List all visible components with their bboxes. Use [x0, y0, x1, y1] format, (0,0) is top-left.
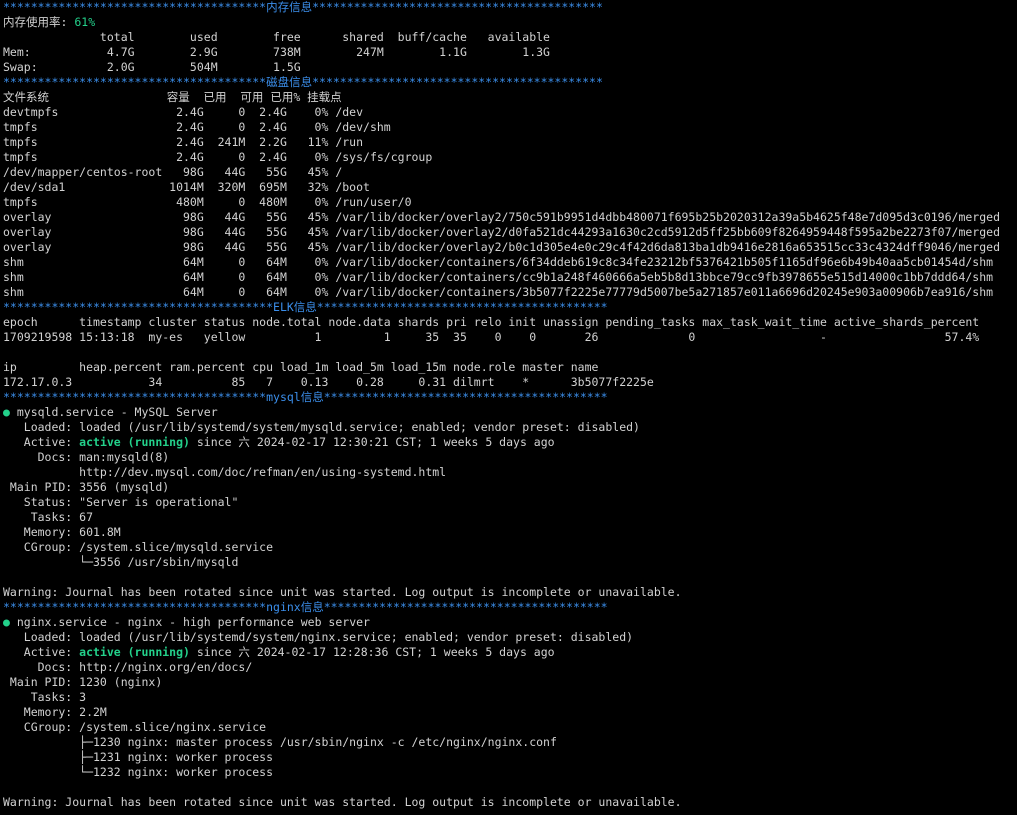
output-line: epoch timestamp cluster status node.tota… — [3, 315, 980, 329]
output-line: CGroup: /system.slice/mysqld.service — [3, 540, 274, 554]
output-line: 1709219598 15:13:18 my-es yellow 1 1 35 … — [3, 330, 980, 344]
output-line: Docs: http://nginx.org/en/docs/ — [3, 660, 253, 674]
service-header-line: ● nginx.service - nginx - high performan… — [3, 615, 1017, 630]
output-line: Main PID: 3556 (mysqld) — [3, 480, 170, 494]
output-line: Status: "Server is operational" — [3, 495, 239, 509]
output-line: tmpfs 2.4G 241M 2.2G 11% /run — [3, 135, 364, 149]
output-line: Warning: Journal has been rotated since … — [3, 795, 682, 809]
status-dot-icon: ● — [3, 615, 10, 629]
output-line: ip heap.percent ram.percent cpu load_1m … — [3, 360, 599, 374]
section-banner: **************************************ng… — [3, 600, 608, 614]
memory-usage-line: 内存使用率: 61% — [3, 15, 1017, 30]
section-banner: **************************************磁盘… — [3, 75, 603, 89]
output-line: Main PID: 1230 (nginx) — [3, 675, 163, 689]
section-banner: ***************************************E… — [3, 300, 608, 314]
service-title: mysqld.service - MySQL Server — [9, 405, 218, 419]
output-line: tmpfs 2.4G 0 2.4G 0% /dev/shm — [3, 120, 391, 134]
output-line: total used free shared buff/cache availa… — [3, 30, 550, 44]
output-line: Memory: 601.8M — [3, 525, 121, 539]
service-title: nginx.service - nginx - high performance… — [9, 615, 370, 629]
output-line: /dev/mapper/centos-root 98G 44G 55G 45% … — [3, 165, 343, 179]
output-line: CGroup: /system.slice/nginx.service — [3, 720, 267, 734]
terminal-output[interactable]: **************************************内存… — [3, 0, 1017, 815]
usage-percent: 61% — [74, 15, 96, 29]
output-line: overlay 98G 44G 55G 45% /var/lib/docker/… — [3, 225, 1000, 239]
active-status: active (running) — [79, 645, 190, 659]
service-active-line: Active: active (running) since 六 2024-02… — [3, 645, 1017, 660]
output-line: Docs: man:mysqld(8) — [3, 450, 170, 464]
output-line: Tasks: 3 — [3, 690, 87, 704]
output-line: tmpfs 2.4G 0 2.4G 0% /sys/fs/cgroup — [3, 150, 433, 164]
output-line: shm 64M 0 64M 0% /var/lib/docker/contain… — [3, 270, 994, 284]
status-dot-icon: ● — [3, 405, 10, 419]
output-line: shm 64M 0 64M 0% /var/lib/docker/contain… — [3, 285, 994, 299]
active-since: since 六 2024-02-17 12:28:36 CST; 1 weeks… — [189, 645, 555, 659]
service-active-line: Active: active (running) since 六 2024-02… — [3, 435, 1017, 450]
output-line: /dev/sda1 1014M 320M 695M 32% /boot — [3, 180, 370, 194]
output-line: ├─1231 nginx: worker process — [3, 750, 274, 764]
output-line: └─1232 nginx: worker process — [3, 765, 274, 779]
usage-label: 内存使用率: — [3, 15, 75, 29]
output-line: overlay 98G 44G 55G 45% /var/lib/docker/… — [3, 210, 1000, 224]
output-line: 文件系统 容量 已用 可用 已用% 挂载点 — [3, 90, 342, 104]
output-line: Swap: 2.0G 504M 1.5G — [3, 60, 301, 74]
output-line: Memory: 2.2M — [3, 705, 107, 719]
section-banner: **************************************my… — [3, 390, 608, 404]
output-line: devtmpfs 2.4G 0 2.4G 0% /dev — [3, 105, 364, 119]
output-line: Mem: 4.7G 2.9G 738M 247M 1.1G 1.3G — [3, 45, 550, 59]
active-label: Active: — [3, 645, 80, 659]
output-line: overlay 98G 44G 55G 45% /var/lib/docker/… — [3, 240, 1000, 254]
output-line: tmpfs 480M 0 480M 0% /run/user/0 — [3, 195, 412, 209]
output-line: ├─1230 nginx: master process /usr/sbin/n… — [3, 735, 557, 749]
output-line: Loaded: loaded (/usr/lib/systemd/system/… — [3, 630, 634, 644]
output-line: Loaded: loaded (/usr/lib/systemd/system/… — [3, 420, 640, 434]
output-line: 172.17.0.3 34 85 7 0.13 0.28 0.31 dilmrt… — [3, 375, 654, 389]
active-since: since 六 2024-02-17 12:30:21 CST; 1 weeks… — [189, 435, 555, 449]
output-line: Tasks: 67 — [3, 510, 94, 524]
service-header-line: ● mysqld.service - MySQL Server — [3, 405, 1017, 420]
output-line: shm 64M 0 64M 0% /var/lib/docker/contain… — [3, 255, 994, 269]
section-banner: **************************************内存… — [3, 0, 603, 14]
output-line: Warning: Journal has been rotated since … — [3, 585, 682, 599]
output-line: http://dev.mysql.com/doc/refman/en/using… — [3, 465, 447, 479]
active-status: active (running) — [79, 435, 190, 449]
active-label: Active: — [3, 435, 80, 449]
output-line: └─3556 /usr/sbin/mysqld — [3, 555, 239, 569]
